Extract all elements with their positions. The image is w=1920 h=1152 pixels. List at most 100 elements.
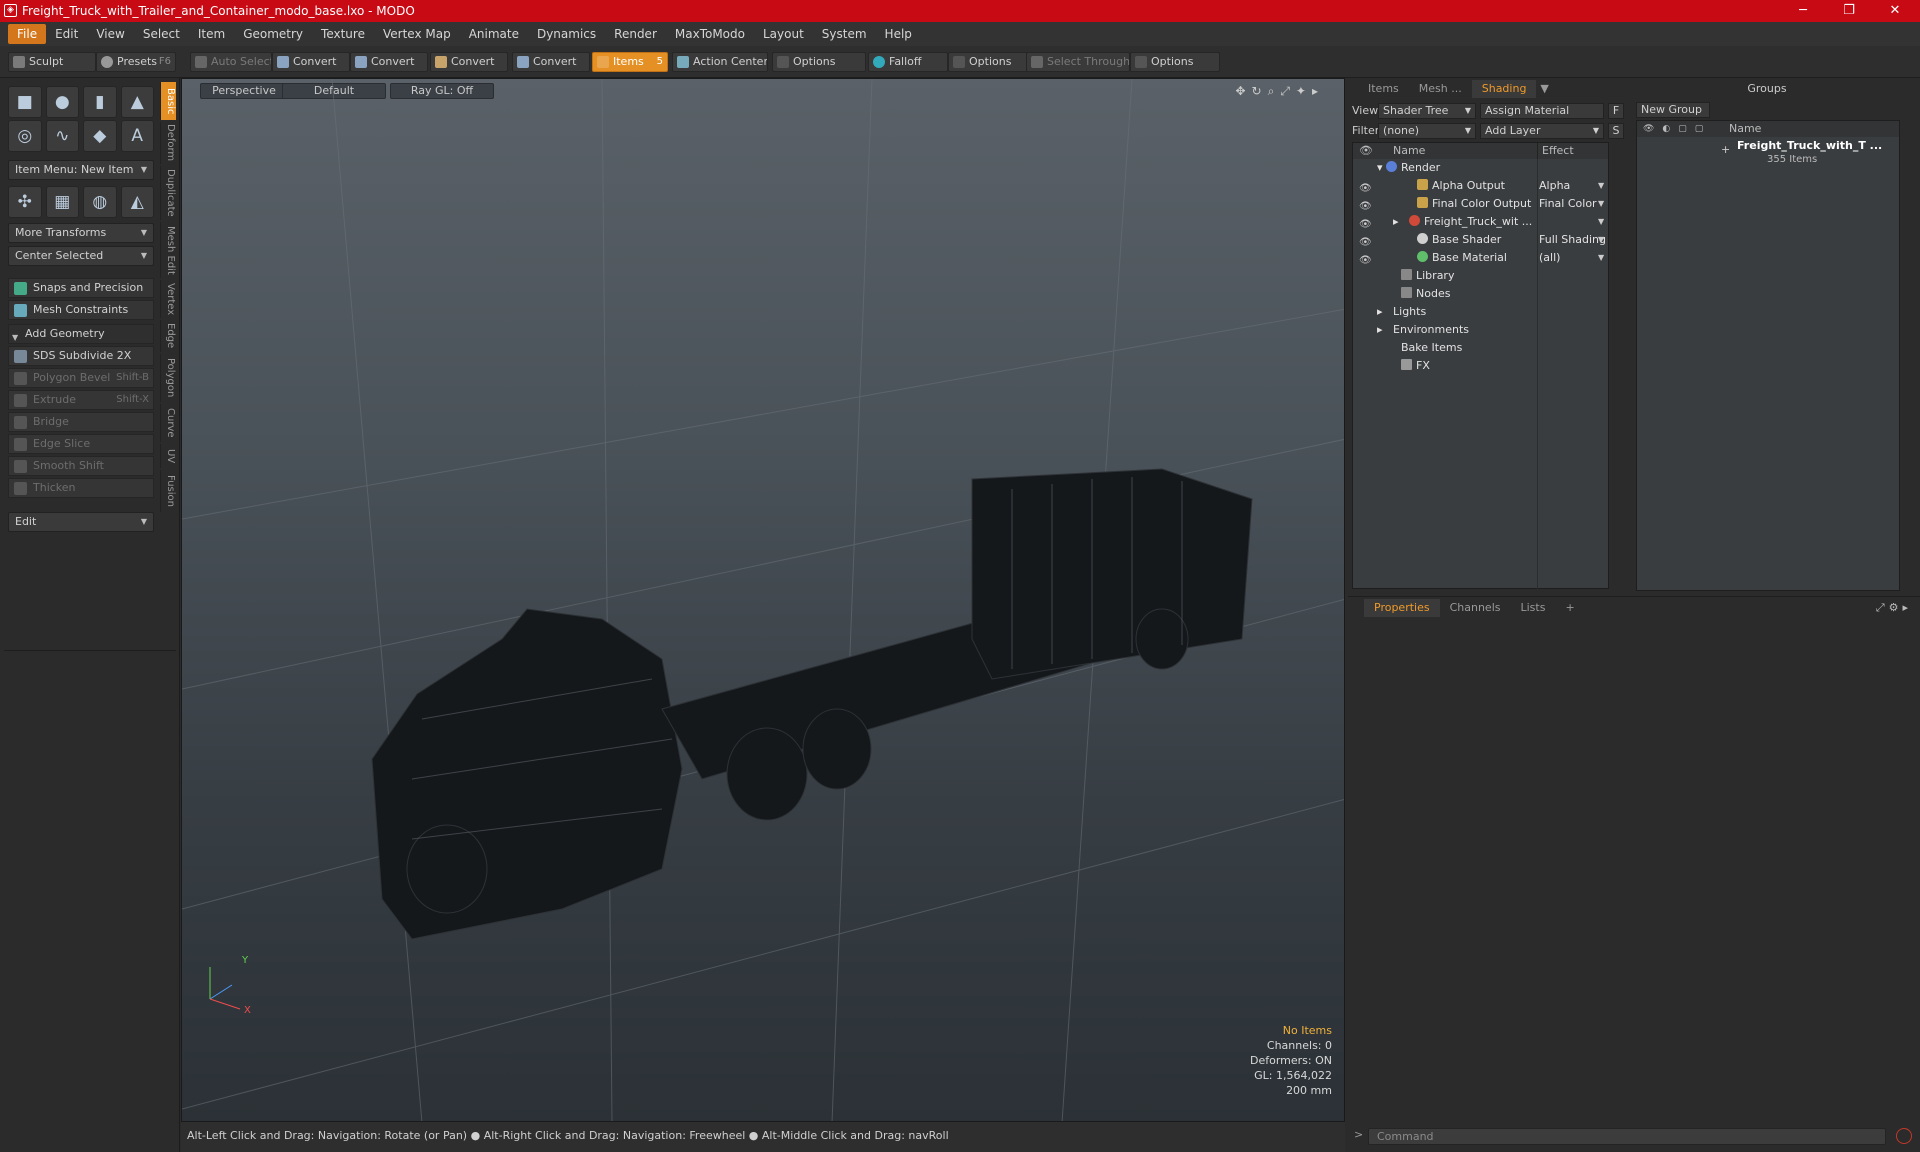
tree-row-fx[interactable]: FX: [1353, 357, 1608, 375]
menu-render[interactable]: Render: [605, 24, 666, 44]
f-button[interactable]: F: [1608, 103, 1624, 119]
add-tab-button[interactable]: +: [1555, 599, 1584, 617]
tree-row-bake-items[interactable]: Bake Items: [1353, 339, 1608, 357]
transform-tool[interactable]: ✣: [8, 186, 42, 218]
tab-channels[interactable]: Channels: [1440, 599, 1511, 617]
center-selected-dropdown[interactable]: Center Selected ▼: [8, 246, 154, 266]
options-button-3[interactable]: Options: [1130, 52, 1220, 72]
maximize-button[interactable]: ❐: [1826, 0, 1872, 22]
view-dropdown[interactable]: Shader Tree ▼: [1378, 103, 1476, 119]
action-center-button[interactable]: Action Center: [672, 52, 768, 72]
plane-tool[interactable]: ◭: [120, 186, 154, 218]
tree-row-library[interactable]: Library: [1353, 267, 1608, 285]
tree-row-base-shader[interactable]: 👁 Base Shader Full Shading ▼: [1353, 231, 1608, 249]
tab-shading[interactable]: Shading: [1471, 80, 1537, 98]
menu-edit[interactable]: Edit: [46, 24, 87, 44]
tree-row-lights[interactable]: ▸ Lights: [1353, 303, 1608, 321]
filter-dropdown[interactable]: (none) ▼: [1378, 123, 1476, 139]
sds-subdivide-button[interactable]: SDS Subdivide 2X: [8, 346, 154, 366]
vtab-deform[interactable]: Deform: [160, 122, 176, 164]
menu-dynamics[interactable]: Dynamics: [528, 24, 605, 44]
tree-row-nodes[interactable]: Nodes: [1353, 285, 1608, 303]
new-group-button[interactable]: New Group: [1636, 102, 1710, 118]
menu-vertex-map[interactable]: Vertex Map: [374, 24, 460, 44]
command-input[interactable]: Command: [1368, 1128, 1886, 1145]
smooth-shift-button[interactable]: Smooth Shift: [8, 456, 154, 476]
globe-tool[interactable]: ◍: [83, 186, 117, 218]
more-transforms-dropdown[interactable]: More Transforms ▼: [8, 223, 154, 243]
edge-slice-button[interactable]: Edge Slice: [8, 434, 154, 454]
grid-tool[interactable]: ▦: [45, 186, 79, 218]
cone-tool[interactable]: ▲: [120, 86, 154, 118]
vtab-vertex[interactable]: Vertex: [160, 280, 176, 318]
chevron-down-icon[interactable]: ▼: [1598, 213, 1604, 231]
convert-button-1[interactable]: Convert: [272, 52, 350, 72]
vtab-polygon[interactable]: Polygon: [160, 354, 176, 402]
menu-help[interactable]: Help: [876, 24, 921, 44]
tab-properties[interactable]: Properties: [1364, 599, 1440, 617]
cube-tool[interactable]: ■: [8, 86, 42, 118]
s-button[interactable]: S: [1608, 123, 1624, 139]
convert-button-4[interactable]: Convert: [512, 52, 590, 72]
convert-button-2[interactable]: Convert: [350, 52, 428, 72]
torus-tool[interactable]: ◎: [8, 120, 42, 152]
assign-material-button[interactable]: Assign Material: [1480, 103, 1604, 119]
tab-mesh[interactable]: Mesh ...: [1409, 80, 1472, 98]
presets-button[interactable]: Presets F6: [96, 52, 176, 72]
tab-overflow-chevron-icon[interactable]: ▼: [1536, 80, 1552, 98]
chevron-down-icon[interactable]: ▼: [1598, 249, 1604, 267]
menu-animate[interactable]: Animate: [460, 24, 528, 44]
cylinder-tool[interactable]: ▮: [83, 86, 117, 118]
mesh-constraints-button[interactable]: Mesh Constraints: [8, 300, 154, 320]
vtab-mesh-edit[interactable]: Mesh Edit: [160, 222, 176, 278]
options-button-1[interactable]: Options: [772, 52, 866, 72]
vtab-basic[interactable]: Basic: [160, 82, 176, 120]
pen-tool[interactable]: ◆: [83, 120, 117, 152]
item-menu-dropdown[interactable]: Item Menu: New Item ▼: [8, 160, 154, 180]
vtab-edge[interactable]: Edge: [160, 320, 176, 352]
bridge-button[interactable]: Bridge: [8, 412, 154, 432]
tree-row-final-color-output[interactable]: 👁 Final Color Output Final Color ▼: [1353, 195, 1608, 213]
tab-lists[interactable]: Lists: [1511, 599, 1556, 617]
vtab-fusion[interactable]: Fusion: [160, 470, 176, 512]
vtab-curve[interactable]: Curve: [160, 404, 176, 442]
sphere-tool[interactable]: ●: [45, 86, 79, 118]
chevron-down-icon[interactable]: ▼: [1598, 177, 1604, 195]
record-icon[interactable]: [1896, 1128, 1912, 1144]
tree-row-alpha-output[interactable]: 👁 Alpha Output Alpha ▼: [1353, 177, 1608, 195]
options-button-2[interactable]: Options: [948, 52, 1028, 72]
group-row-freight-truck[interactable]: + Freight_Truck_with_T ... 355 Items: [1637, 139, 1899, 171]
3d-viewport[interactable]: Perspective Default Ray GL: Off ✥↻⌕⤢✦▸ X…: [181, 78, 1345, 1122]
menu-geometry[interactable]: Geometry: [234, 24, 312, 44]
tree-row-material-group[interactable]: 👁 ▸ Freight_Truck_wit ... ▼: [1353, 213, 1608, 231]
menu-select[interactable]: Select: [134, 24, 189, 44]
text-tool[interactable]: A: [120, 120, 154, 152]
vtab-uv[interactable]: UV: [160, 444, 176, 468]
menu-texture[interactable]: Texture: [312, 24, 374, 44]
menu-item[interactable]: Item: [189, 24, 234, 44]
items-button[interactable]: Items 5: [592, 52, 668, 72]
polygon-bevel-button[interactable]: Polygon Bevel Shift-B: [8, 368, 154, 388]
select-through-button[interactable]: Select Through: [1026, 52, 1130, 72]
convert-button-3[interactable]: Convert: [430, 52, 508, 72]
add-layer-dropdown[interactable]: Add Layer ▼: [1480, 123, 1604, 139]
tube-tool[interactable]: ∿: [45, 120, 79, 152]
menu-system[interactable]: System: [813, 24, 876, 44]
chevron-down-icon[interactable]: ▼: [1598, 231, 1604, 249]
close-button[interactable]: ✕: [1872, 0, 1918, 22]
vtab-duplicate[interactable]: Duplicate: [160, 166, 176, 220]
menu-maxtomodo[interactable]: MaxToModo: [666, 24, 754, 44]
minimize-button[interactable]: ─: [1780, 0, 1826, 22]
auto-select-button[interactable]: Auto Select: [190, 52, 272, 72]
menu-layout[interactable]: Layout: [754, 24, 813, 44]
add-geometry-header[interactable]: ▼ Add Geometry: [8, 324, 154, 344]
tree-row-environments[interactable]: ▸ Environments: [1353, 321, 1608, 339]
edit-dropdown[interactable]: Edit ▼: [8, 512, 154, 532]
tree-row-base-material[interactable]: 👁 Base Material (all) ▼: [1353, 249, 1608, 267]
menu-view[interactable]: View: [87, 24, 133, 44]
chevron-down-icon[interactable]: ▼: [1598, 195, 1604, 213]
snaps-precision-button[interactable]: Snaps and Precision: [8, 278, 154, 298]
thicken-button[interactable]: Thicken: [8, 478, 154, 498]
panel-settings-icon[interactable]: ⤢⚙▸: [1876, 601, 1912, 615]
sculpt-button[interactable]: Sculpt: [8, 52, 96, 72]
